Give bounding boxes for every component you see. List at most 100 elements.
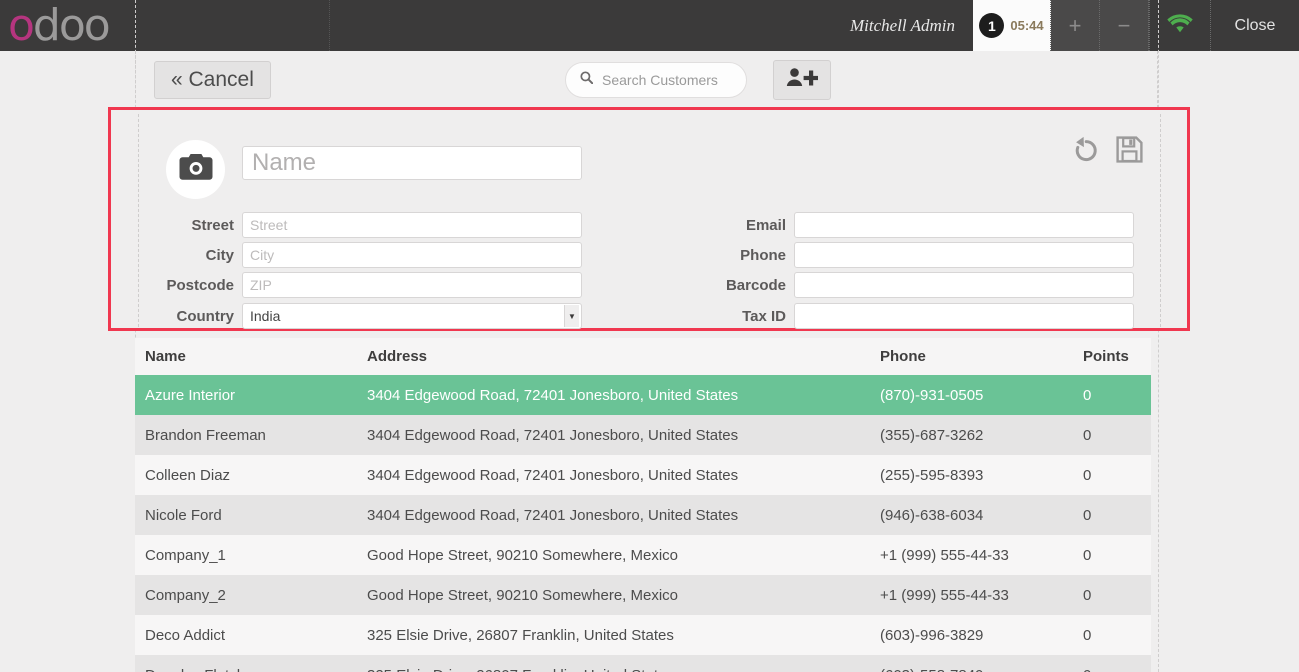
field-row-barcode: Barcode — [694, 272, 1134, 298]
field-row-phone: Phone — [694, 242, 1134, 268]
cell-points: 0 — [1073, 615, 1151, 655]
table-row[interactable]: Colleen Diaz 3404 Edgewood Road, 72401 Jo… — [135, 455, 1151, 495]
country-selected-value: India — [250, 308, 281, 324]
add-customer-button[interactable] — [773, 59, 831, 100]
postcode-label: Postcode — [166, 276, 234, 294]
barcode-label: Barcode — [725, 276, 786, 294]
city-label: City — [205, 246, 234, 264]
order-tab-active[interactable]: 1 05:44 — [973, 0, 1051, 51]
table-row[interactable]: Deco Addict 325 Elsie Drive, 26807 Frankl… — [135, 615, 1151, 655]
close-button[interactable]: Close — [1210, 0, 1299, 51]
order-tabs: 1 05:44 + − — [973, 0, 1149, 51]
cell-points: 0 — [1073, 535, 1151, 575]
phone-input[interactable] — [794, 242, 1134, 268]
column-header-phone[interactable]: Phone — [870, 338, 1073, 375]
cell-phone: (255)-595-8393 — [870, 455, 1073, 495]
customer-table-head: Name Address Phone Points — [135, 338, 1151, 375]
customer-list[interactable]: Name Address Phone Points Azure Interior… — [135, 338, 1158, 672]
postcode-input[interactable]: ZIP — [242, 272, 582, 298]
order-sequence-badge: 1 — [979, 13, 1005, 38]
customer-table-body: Azure Interior 3404 Edgewood Road, 72401 … — [135, 375, 1151, 672]
pos-customer-screen: o d o o Mitchell Admin 1 05:44 + − Close… — [0, 0, 1299, 672]
table-row[interactable]: Nicole Ford 3404 Edgewood Road, 72401 Jon… — [135, 495, 1151, 535]
field-row-country: Country India ▼ — [139, 303, 582, 329]
cell-address: Good Hope Street, 90210 Somewhere, Mexic… — [357, 535, 870, 575]
cell-address: 3404 Edgewood Road, 72401 Jonesboro, Uni… — [357, 455, 870, 495]
tax-id-input[interactable] — [794, 303, 1134, 329]
search-icon — [580, 70, 594, 89]
city-input[interactable]: City — [242, 242, 582, 268]
customer-name-input[interactable]: Name — [242, 146, 582, 180]
table-row[interactable]: Azure Interior 3404 Edgewood Road, 72401 … — [135, 375, 1151, 415]
column-header-points[interactable]: Points — [1073, 338, 1151, 375]
remove-order-button[interactable]: − — [1100, 0, 1149, 51]
logo-letter-o2: o — [58, 0, 86, 51]
cancel-button[interactable]: « Cancel — [154, 60, 271, 99]
customer-screen-header: « Cancel Search Customers — [135, 51, 1158, 108]
chevron-down-icon: ▼ — [564, 305, 579, 327]
column-header-name[interactable]: Name — [135, 338, 357, 375]
save-customer-button[interactable] — [1116, 136, 1143, 168]
cell-phone: (355)-687-3262 — [870, 415, 1073, 455]
country-select[interactable]: India ▼ — [242, 303, 582, 329]
email-input[interactable] — [794, 212, 1134, 238]
cell-phone: (603)-558-7840 — [870, 655, 1073, 672]
cell-points: 0 — [1073, 655, 1151, 672]
cell-address: 3404 Edgewood Road, 72401 Jonesboro, Uni… — [357, 495, 870, 535]
table-row[interactable]: Douglas Fletcher325 Elsie Drive, 26807 F… — [135, 655, 1151, 672]
camera-icon — [179, 153, 213, 186]
barcode-input[interactable] — [794, 272, 1134, 298]
cell-name: Company_2 — [135, 575, 357, 615]
cell-name: Douglas Fletcher — [135, 655, 357, 672]
table-row[interactable]: Brandon Freeman 3404 Edgewood Road, 72401… — [135, 415, 1151, 455]
top-bar-center: Mitchell Admin — [330, 0, 973, 51]
cell-name: Azure Interior — [135, 375, 357, 415]
cell-points: 0 — [1073, 575, 1151, 615]
search-customers-box[interactable]: Search Customers — [565, 61, 747, 98]
customer-avatar-button[interactable] — [166, 140, 225, 199]
odoo-logo[interactable]: o d o o — [0, 0, 330, 51]
city-placeholder: City — [250, 247, 275, 263]
customer-table: Name Address Phone Points Azure Interior… — [135, 338, 1151, 672]
customer-form-inner: Name Street Street City City Postcode ZI… — [138, 114, 1161, 329]
tax-id-label: Tax ID — [742, 307, 786, 325]
logo-letter-o1: o — [8, 0, 35, 51]
field-row-email: Email — [694, 212, 1134, 238]
wifi-icon — [1167, 13, 1193, 38]
customer-details-form: Name Street Street City City Postcode ZI… — [108, 107, 1190, 331]
country-label: Country — [176, 307, 235, 325]
cell-name: Company_1 — [135, 535, 357, 575]
cell-phone: (603)-996-3829 — [870, 615, 1073, 655]
top-bar-right: Close — [1149, 0, 1299, 51]
search-input[interactable]: Search Customers — [602, 72, 718, 88]
cell-address: 3404 Edgewood Road, 72401 Jonesboro, Uni… — [357, 415, 870, 455]
logo-letter-o3: o — [83, 0, 111, 51]
cell-address: Good Hope Street, 90210 Somewhere, Mexic… — [357, 575, 870, 615]
street-label: Street — [191, 216, 234, 234]
cell-points: 0 — [1073, 415, 1151, 455]
customer-list-scrollbar[interactable] — [1151, 343, 1160, 672]
add-order-button[interactable]: + — [1051, 0, 1100, 51]
field-row-postcode: Postcode ZIP — [139, 272, 582, 298]
cell-points: 0 — [1073, 375, 1151, 415]
cell-phone: +1 (999) 555-44-33 — [870, 535, 1073, 575]
table-row[interactable]: Company_1 Good Hope Street, 90210 Somewhe… — [135, 535, 1151, 575]
cell-name: Brandon Freeman — [135, 415, 357, 455]
field-row-tax-id: Tax ID — [694, 303, 1134, 329]
order-time-label: 05:44 — [1010, 18, 1044, 33]
cell-points: 0 — [1073, 455, 1151, 495]
user-plus-icon — [786, 67, 819, 92]
table-header-row: Name Address Phone Points — [135, 338, 1151, 375]
cell-phone: (946)-638-6034 — [870, 495, 1073, 535]
form-action-icons — [1072, 136, 1143, 168]
current-user-name: Mitchell Admin — [850, 15, 955, 35]
email-label: Email — [745, 216, 786, 234]
table-row[interactable]: Company_2 Good Hope Street, 90210 Somewhe… — [135, 575, 1151, 615]
field-row-city: City City — [139, 242, 582, 268]
discard-changes-button[interactable] — [1072, 136, 1100, 168]
cell-address: 325 Elsie Drive, 26807 Franklin, United … — [357, 615, 870, 655]
street-input[interactable]: Street — [242, 212, 582, 238]
cell-points: 0 — [1073, 495, 1151, 535]
top-bar: o d o o Mitchell Admin 1 05:44 + − Close — [0, 0, 1299, 51]
column-header-address[interactable]: Address — [357, 338, 870, 375]
